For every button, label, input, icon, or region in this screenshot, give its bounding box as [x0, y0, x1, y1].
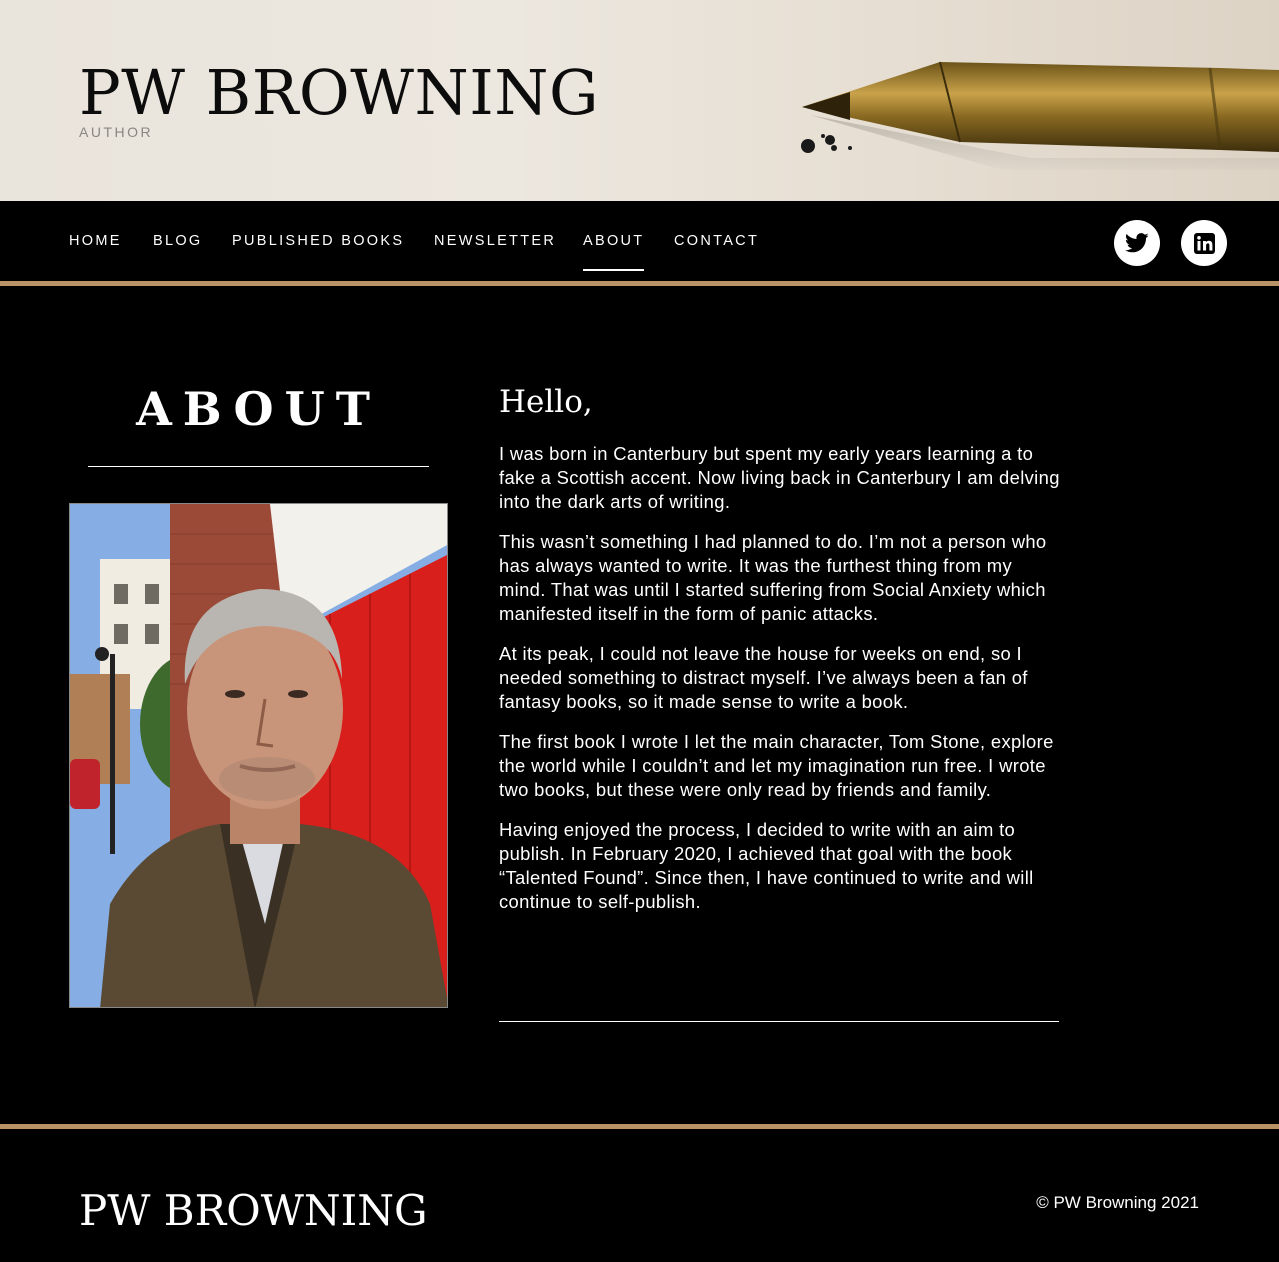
- nav-contact[interactable]: CONTACT: [674, 233, 759, 249]
- nav-about[interactable]: ABOUT: [583, 233, 645, 271]
- content-divider: [499, 1021, 1059, 1022]
- twitter-icon: [1125, 233, 1149, 253]
- site-header: PW BROWNING AUTHOR: [0, 0, 1279, 201]
- twitter-button[interactable]: [1114, 220, 1160, 266]
- nav-blog[interactable]: BLOG: [153, 233, 203, 249]
- greeting-heading: Hello,: [499, 384, 593, 420]
- nav-newsletter[interactable]: NEWSLETTER: [434, 233, 556, 249]
- copyright-text: © PW Browning 2021: [1036, 1193, 1199, 1212]
- bio-paragraph: At its peak, I could not leave the house…: [499, 643, 1028, 712]
- about-content: Hello, I was born in Canterbury but spen…: [499, 380, 1064, 930]
- site-tagline: AUTHOR: [79, 124, 154, 140]
- linkedin-icon: [1193, 232, 1215, 254]
- site-title[interactable]: PW BROWNING: [79, 58, 599, 128]
- linkedin-button[interactable]: [1181, 220, 1227, 266]
- bio-paragraph: The first book I wrote I let the main ch…: [499, 731, 1054, 800]
- bio-paragraph: I was born in Canterbury but spent my ea…: [499, 443, 1060, 512]
- nav-accent-bar: [0, 281, 1279, 286]
- heading-divider: [88, 466, 429, 467]
- fountain-pen-image: [801, 61, 1279, 170]
- nav-published-books[interactable]: PUBLISHED BOOKS: [232, 233, 404, 249]
- author-portrait: [69, 503, 448, 1008]
- nav-home[interactable]: HOME: [69, 233, 122, 249]
- footer-accent-bar: [0, 1124, 1279, 1129]
- bio-paragraph: Having enjoyed the process, I decided to…: [499, 819, 1034, 912]
- footer-site-title[interactable]: PW BROWNING: [79, 1185, 428, 1237]
- main-nav: HOME BLOG PUBLISHED BOOKS NEWSLETTER ABO…: [0, 201, 1279, 282]
- about-heading: ABOUT: [136, 382, 381, 436]
- bio-paragraph: This wasn’t something I had planned to d…: [499, 531, 1047, 624]
